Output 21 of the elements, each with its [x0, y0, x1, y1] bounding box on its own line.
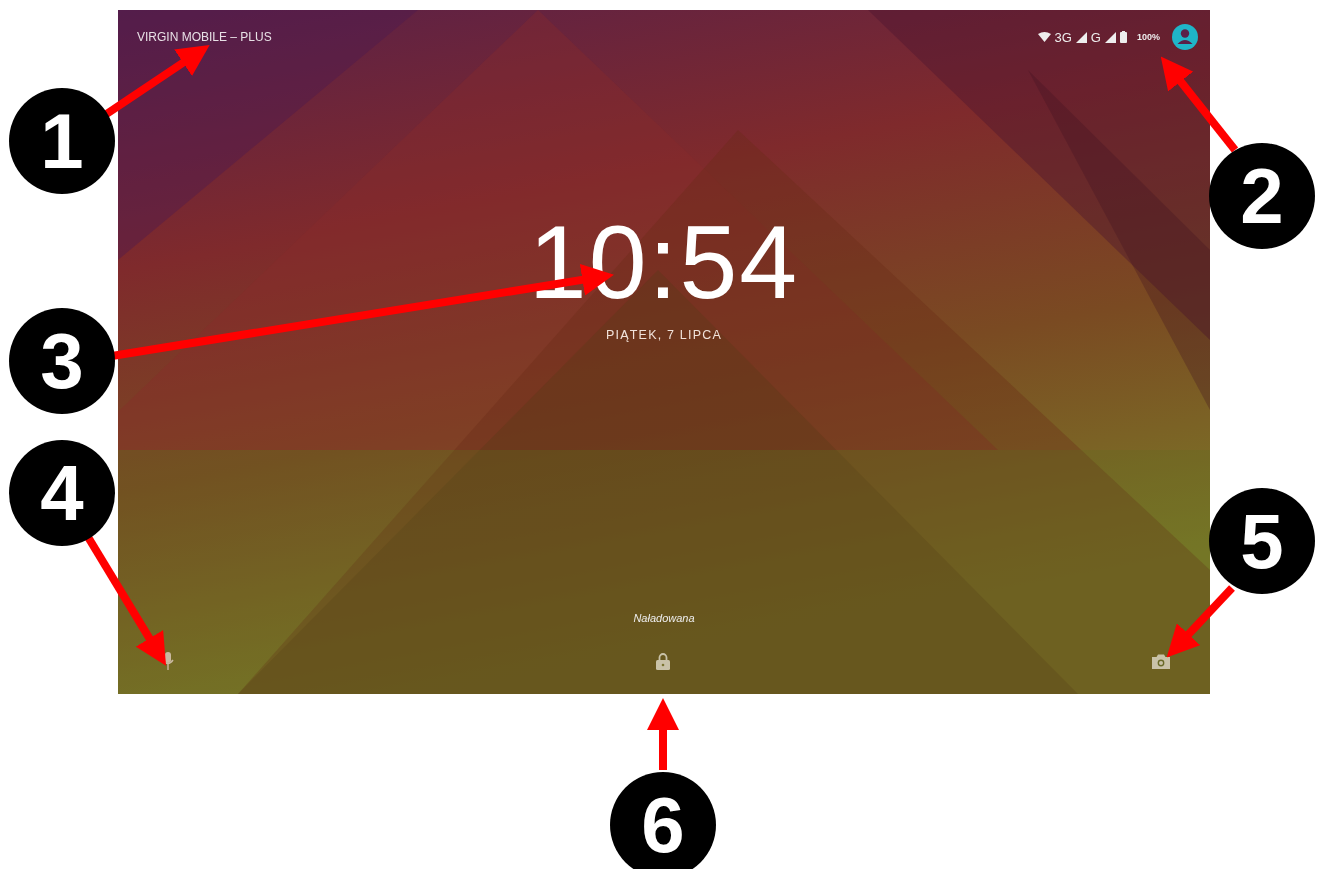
clock-time: 10:54 [528, 210, 800, 314]
battery-level: 100% [1136, 32, 1160, 42]
callout-number: 5 [1209, 488, 1315, 594]
signal-icon [1104, 31, 1116, 43]
wifi-icon [1037, 32, 1051, 42]
network-type: 3G [1054, 29, 1072, 45]
callout-number: 2 [1209, 143, 1315, 249]
signal-icon [1075, 31, 1087, 43]
callout-number: 6 [610, 772, 716, 869]
carrier-name: VIRGIN MOBILE – PLUS [137, 30, 272, 44]
callout-number: 1 [9, 88, 115, 194]
microphone-icon[interactable] [162, 652, 174, 670]
date-label: PIĄTEK, 7 LIPCA [606, 328, 722, 342]
charging-status: Naładowana [633, 612, 695, 624]
network-type: G [1090, 29, 1101, 45]
lock-icon[interactable] [656, 652, 670, 670]
callout-number: 4 [9, 440, 115, 546]
arrow [647, 698, 679, 770]
battery-icon [1119, 31, 1127, 43]
user-avatar-icon[interactable] [1172, 24, 1198, 50]
callout-number: 3 [9, 308, 115, 414]
